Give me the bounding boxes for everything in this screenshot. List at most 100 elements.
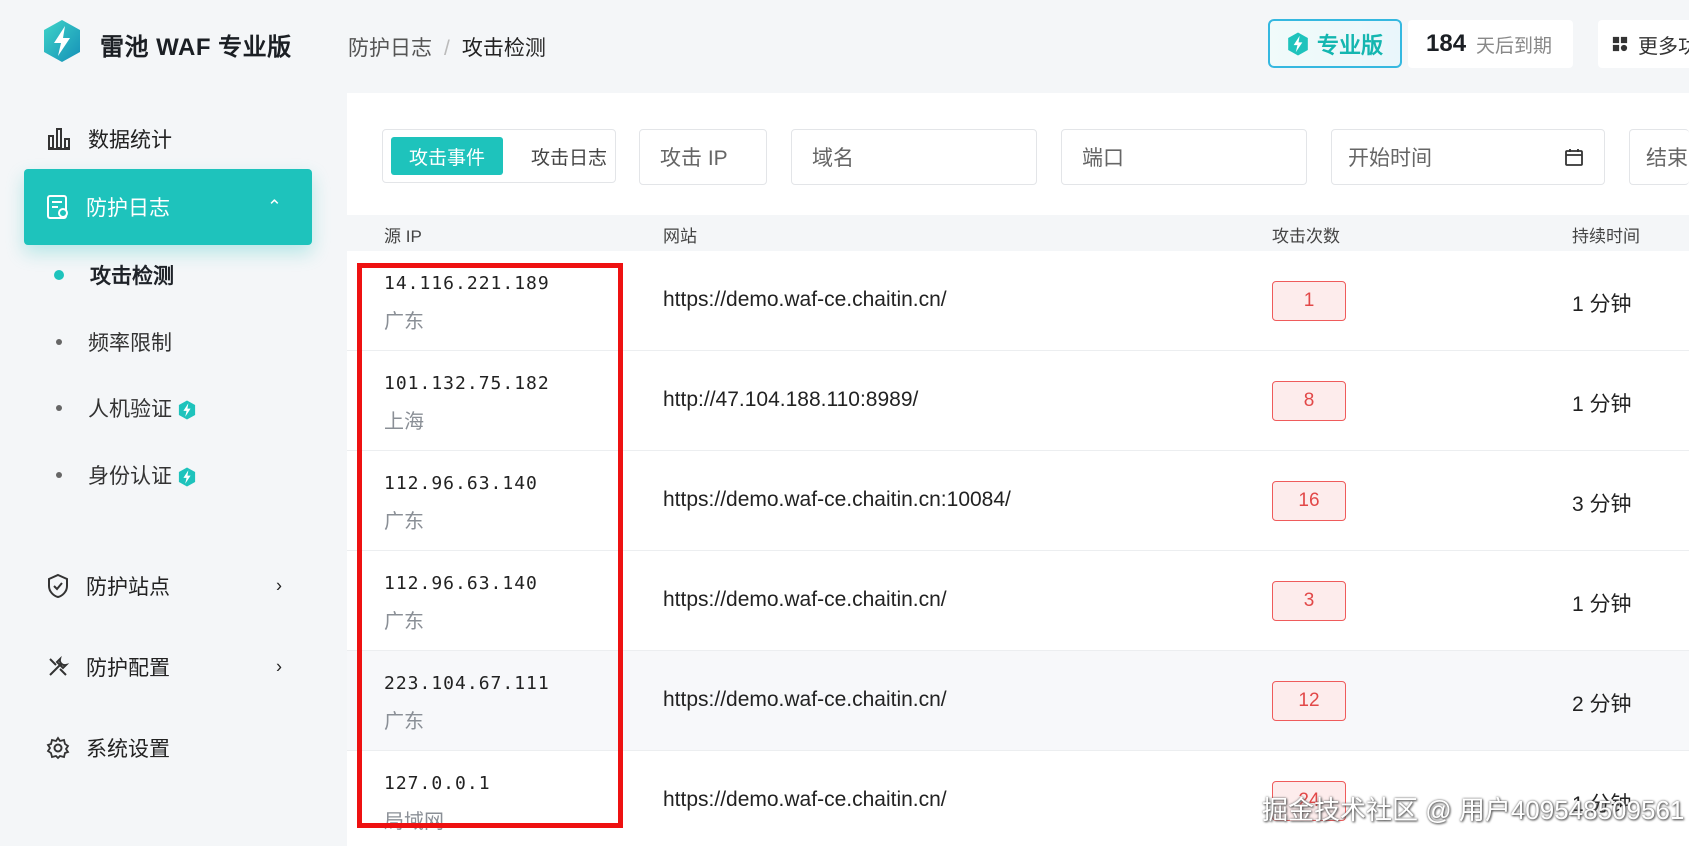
breadcrumb-separator: / [444, 37, 450, 60]
website-url: https://demo.waf-ce.chaitin.cn/ [663, 788, 947, 811]
duration: 1 分钟 [1572, 593, 1632, 616]
sidebar-item-label: 防护站点 [86, 576, 170, 599]
license-expiry: 184 天后到期 [1408, 20, 1573, 68]
sidebar-subitem-rate-limit[interactable]: 频率限制 [56, 327, 172, 357]
more-features-button[interactable]: 更多功能 [1598, 20, 1689, 68]
website-url: https://demo.waf-ce.chaitin.cn:10084/ [663, 488, 1011, 511]
ip-region: 局域网 [384, 811, 444, 833]
sidebar-subitem-text: 身份认证 [88, 465, 172, 488]
ip-region: 广东 [384, 511, 424, 533]
table-row[interactable]: 101.132.75.182 上海 http://47.104.188.110:… [347, 351, 1689, 451]
pro-logo-icon [1288, 32, 1308, 55]
breadcrumb-parent[interactable]: 防护日志 [348, 37, 432, 60]
sidebar-item-label: 系统设置 [86, 738, 170, 761]
bullet-dot [56, 405, 62, 411]
breadcrumb: 防护日志 / 攻击检测 [348, 32, 546, 62]
sidebar-subitem-captcha[interactable]: 人机验证 [56, 393, 196, 423]
more-features-label: 更多功能 [1638, 35, 1689, 58]
duration: 3 分钟 [1572, 493, 1632, 516]
attack-count-badge: 1 [1272, 281, 1346, 321]
duration: 1 分钟 [1572, 293, 1632, 316]
tab-attack-events[interactable]: 攻击事件 [391, 137, 504, 175]
sidebar-item-settings[interactable]: 系统设置 [24, 710, 312, 786]
attack-count-badge: 16 [1272, 481, 1346, 521]
view-tabs: 攻击事件 攻击日志 [382, 129, 616, 183]
source-ip: 127.0.0.1 [384, 773, 491, 794]
sidebar: 数据统计 防护日志 ⌃ 攻击检测 频率限制 人机验证 身份认证 防护站点 › 防… [0, 90, 347, 846]
bullet-dot [56, 339, 62, 345]
sidebar-item-sites[interactable]: 防护站点 › [24, 548, 312, 624]
domain-filter[interactable]: 域名 [791, 129, 1037, 185]
pro-badge-icon [178, 400, 196, 420]
attack-ip-filter[interactable]: 攻击 IP [639, 129, 767, 185]
source-ip: 223.104.67.111 [384, 673, 550, 694]
apps-grid-icon [1612, 36, 1628, 52]
attack-count-badge: 8 [1272, 381, 1346, 421]
table-row[interactable]: 112.96.63.140 广东 https://demo.waf-ce.cha… [347, 551, 1689, 651]
pro-badge-icon [178, 467, 196, 487]
brand-title: 雷池 WAF 专业版 [100, 34, 292, 61]
sidebar-subitem-label: 攻击检测 [90, 265, 174, 288]
top-header: 雷池 WAF 专业版 防护日志 / 攻击检测 专业版 184 天后到期 更多功能 [0, 0, 1689, 90]
log-icon [47, 195, 68, 219]
bar-chart-icon [48, 128, 70, 150]
watermark: 掘金技术社区 @ 用户409548509561 [1262, 795, 1685, 825]
sidebar-item-stats[interactable]: 数据统计 [24, 101, 312, 177]
sidebar-item-label: 防护日志 [86, 197, 170, 220]
attack-count-badge: 3 [1272, 581, 1346, 621]
main-panel: 攻击事件 攻击日志 攻击 IP 域名 端口 开始时间 结束时间 源 IP 网站 … [347, 93, 1689, 846]
column-website: 网站 [663, 227, 697, 246]
days-left-text: 天后到期 [1476, 35, 1553, 57]
bullet-dot [54, 270, 64, 280]
breadcrumb-current: 攻击检测 [461, 37, 546, 60]
ip-region: 广东 [384, 311, 424, 333]
website-url: https://demo.waf-ce.chaitin.cn/ [663, 688, 947, 711]
chevron-up-icon: ⌃ [266, 196, 282, 217]
sidebar-item-label: 数据统计 [88, 129, 172, 152]
end-time-placeholder: 结束时间 [1646, 147, 1689, 170]
safeline-logo-icon [44, 20, 80, 62]
sidebar-subitem-text: 人机验证 [88, 398, 172, 421]
chevron-right-icon: › [276, 656, 282, 677]
attack-count-badge: 12 [1272, 681, 1346, 721]
bullet-dot [56, 472, 62, 478]
ip-region: 上海 [384, 411, 424, 433]
column-attack-count: 攻击次数 [1272, 227, 1340, 246]
duration: 1 分钟 [1572, 393, 1632, 416]
ip-region: 广东 [384, 611, 424, 633]
website-url: https://demo.waf-ce.chaitin.cn/ [663, 288, 947, 311]
website-url: http://47.104.188.110:8989/ [663, 388, 919, 411]
source-ip: 101.132.75.182 [384, 373, 550, 394]
sidebar-item-config[interactable]: 防护配置 › [24, 629, 312, 705]
shield-icon [48, 573, 68, 599]
source-ip: 14.116.221.189 [384, 273, 550, 294]
days-left-count: 184 [1426, 30, 1467, 57]
table-row[interactable]: 112.96.63.140 广东 https://demo.waf-ce.cha… [347, 451, 1689, 551]
chevron-right-icon: › [276, 575, 282, 596]
table-header: 源 IP 网站 攻击次数 持续时间 [347, 215, 1689, 251]
sidebar-subitem-auth[interactable]: 身份认证 [56, 460, 196, 490]
column-duration: 持续时间 [1572, 227, 1640, 246]
duration: 2 分钟 [1572, 693, 1632, 716]
table-row[interactable]: 223.104.67.111 广东 https://demo.waf-ce.ch… [347, 651, 1689, 751]
sidebar-subitem-label: 身份认证 [88, 460, 196, 490]
tab-attack-logs[interactable]: 攻击日志 [513, 137, 625, 175]
sidebar-item-label: 防护配置 [86, 657, 170, 680]
ip-region: 广东 [384, 711, 424, 733]
gear-icon [46, 736, 70, 760]
pro-edition-button[interactable]: 专业版 [1268, 19, 1402, 68]
sidebar-subitem-attack-detection[interactable]: 攻击检测 [54, 260, 174, 290]
sidebar-subitem-label: 频率限制 [88, 332, 172, 355]
table-row[interactable]: 14.116.221.189 广东 https://demo.waf-ce.ch… [347, 251, 1689, 351]
pro-edition-label: 专业版 [1316, 32, 1383, 58]
start-time-picker[interactable]: 开始时间 [1331, 129, 1605, 185]
calendar-icon [1565, 149, 1583, 166]
website-url: https://demo.waf-ce.chaitin.cn/ [663, 588, 947, 611]
port-filter[interactable]: 端口 [1061, 129, 1307, 185]
column-source-ip: 源 IP [384, 227, 422, 246]
source-ip: 112.96.63.140 [384, 473, 538, 494]
end-time-picker[interactable]: 结束时间 [1629, 129, 1689, 185]
sidebar-item-logs[interactable]: 防护日志 ⌃ [24, 169, 312, 245]
start-time-placeholder: 开始时间 [1348, 147, 1432, 170]
source-ip: 112.96.63.140 [384, 573, 538, 594]
